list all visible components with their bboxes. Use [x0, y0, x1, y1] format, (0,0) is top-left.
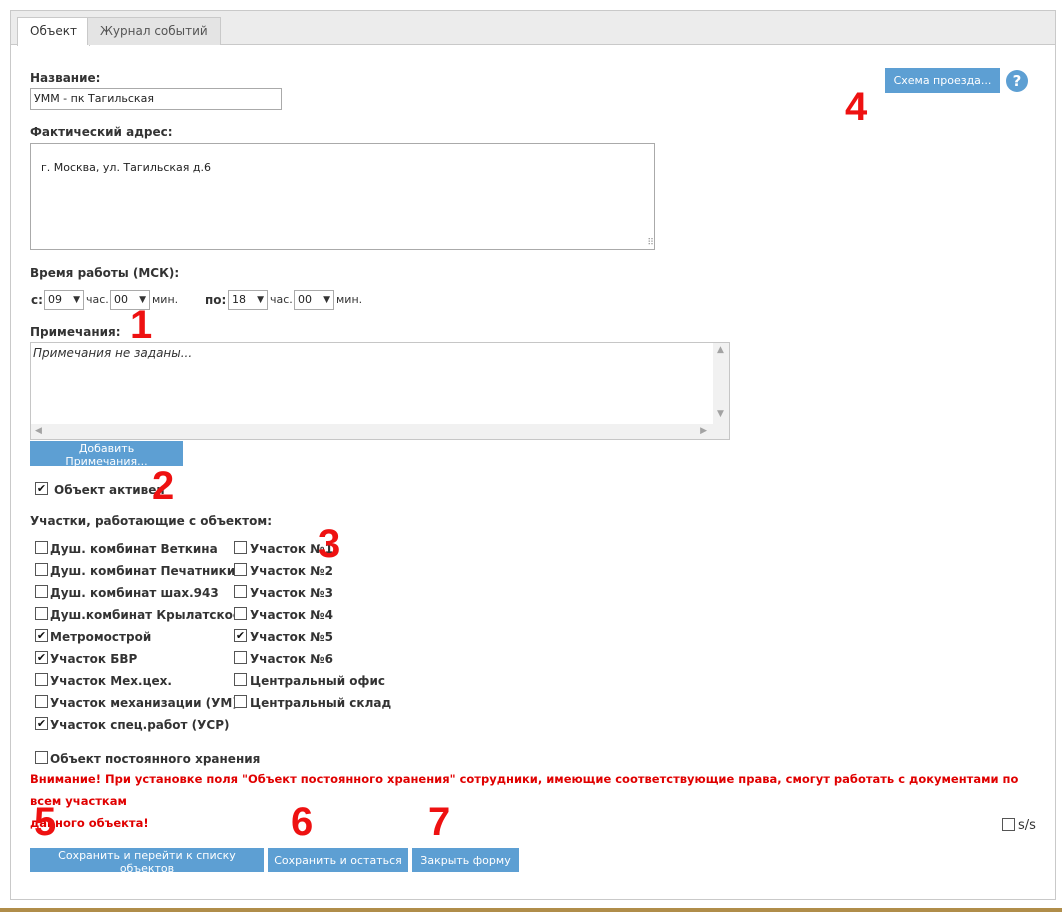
to-min-unit: мин. — [336, 293, 363, 306]
chevron-down-icon: ▼ — [323, 295, 330, 305]
to-hour-select[interactable]: 18 ▼ — [228, 290, 268, 310]
work-time-label: Время работы (МСК): — [30, 266, 180, 280]
permanent-storage-label: Объект постоянного хранения — [50, 752, 261, 766]
site-checkbox[interactable] — [234, 651, 247, 664]
site-checkbox[interactable] — [35, 563, 48, 576]
scroll-up-icon[interactable]: ▲ — [717, 345, 724, 355]
active-label: Объект активен — [54, 483, 165, 497]
site-checkbox[interactable] — [35, 585, 48, 598]
notes-label: Примечания: — [30, 325, 121, 339]
site-label: Участок №5 — [250, 630, 334, 644]
to-min-select[interactable]: 00 ▼ — [294, 290, 334, 310]
annotation-marker-5: 5 — [34, 800, 57, 844]
site-checkbox[interactable]: ✔ — [35, 651, 48, 664]
site-label: Участок Мех.цех. — [50, 674, 172, 688]
site-label: Участок №2 — [250, 564, 334, 578]
scroll-left-icon[interactable]: ◀ — [35, 426, 42, 436]
site-checkbox[interactable]: ✔ — [234, 629, 247, 642]
from-hour-select[interactable]: 09 ▼ — [44, 290, 84, 310]
ss-checkbox[interactable] — [1002, 818, 1015, 831]
site-label: Участок №6 — [250, 652, 334, 666]
warning-text: Внимание! При установке поля "Объект пос… — [30, 768, 1020, 834]
add-notes-button[interactable]: Добавить Примечания... — [30, 441, 183, 468]
site-label: Участок №4 — [250, 608, 334, 622]
notes-vertical-scrollbar[interactable]: ▲ ▼ — [713, 343, 729, 425]
site-label: Метромострой — [50, 630, 152, 644]
save-and-list-button[interactable]: Сохранить и перейти к списку объектов — [30, 848, 264, 875]
warning-line-1: Внимание! При установке поля "Объект пос… — [30, 772, 1019, 808]
annotation-marker-7: 7 — [428, 800, 451, 844]
scroll-right-icon[interactable]: ▶ — [700, 426, 707, 436]
site-checkbox[interactable] — [234, 695, 247, 708]
route-scheme-button[interactable]: Схема проезда... — [885, 68, 1000, 93]
site-checkbox[interactable] — [35, 695, 48, 708]
site-label: Участок БВР — [50, 652, 138, 666]
to-hour-value: 18 — [232, 293, 246, 306]
chevron-down-icon: ▼ — [257, 295, 264, 305]
annotation-marker-2: 2 — [152, 464, 175, 508]
tab-event-log[interactable]: Журнал событий — [87, 17, 221, 45]
to-label: по: — [205, 293, 227, 307]
annotation-marker-1: 1 — [130, 303, 153, 347]
scroll-down-icon[interactable]: ▼ — [717, 409, 724, 419]
site-checkbox[interactable] — [35, 673, 48, 686]
site-label: Центральный офис — [250, 674, 385, 688]
chevron-down-icon: ▼ — [73, 295, 80, 305]
address-label: Фактический адрес: — [30, 125, 173, 139]
site-label: Душ. комбинат Печатники — [50, 564, 236, 578]
bottom-border — [0, 908, 1062, 912]
from-min-unit: мин. — [152, 293, 179, 306]
notes-placeholder: Примечания не заданы... — [33, 346, 193, 360]
site-label: Центральный склад — [250, 696, 392, 710]
from-hour-value: 09 — [48, 293, 62, 306]
annotation-marker-3: 3 — [318, 522, 341, 566]
permanent-storage-checkbox[interactable] — [35, 751, 48, 764]
annotation-marker-4: 4 — [845, 85, 868, 129]
sites-label: Участки, работающие с объектом: — [30, 514, 272, 528]
site-checkbox[interactable] — [234, 563, 247, 576]
site-checkbox[interactable]: ✔ — [35, 717, 48, 730]
annotation-marker-6: 6 — [291, 800, 314, 844]
site-label: Участок спец.работ (УСР) — [50, 718, 230, 732]
from-hour-unit: час. — [86, 293, 109, 306]
from-min-value: 00 — [114, 293, 128, 306]
site-checkbox[interactable] — [35, 607, 48, 620]
tab-object[interactable]: Объект — [17, 17, 90, 46]
site-checkbox[interactable] — [234, 585, 247, 598]
help-icon[interactable]: ? — [1006, 70, 1028, 92]
site-checkbox[interactable] — [234, 607, 247, 620]
to-hour-unit: час. — [270, 293, 293, 306]
name-label: Название: — [30, 71, 101, 85]
site-label: Душ.комбинат Крылатское — [50, 608, 242, 622]
tab-bar: Объект Журнал событий — [11, 11, 1055, 46]
ss-label: s/s — [1018, 818, 1036, 833]
site-label: Участок механизации (УМ) — [50, 696, 238, 710]
site-label: Душ. комбинат Веткина — [50, 542, 218, 556]
save-and-stay-button[interactable]: Сохранить и остаться — [268, 848, 408, 872]
warning-line-2: данного объекта! — [30, 816, 149, 830]
close-form-button[interactable]: Закрыть форму — [412, 848, 519, 872]
notes-area[interactable]: Примечания не заданы... ▲ ▼ ◀ ▶ — [30, 342, 730, 440]
to-min-value: 00 — [298, 293, 312, 306]
site-label: Участок №3 — [250, 586, 334, 600]
site-checkbox[interactable] — [234, 541, 247, 554]
from-label: с: — [31, 293, 43, 307]
site-checkbox[interactable] — [35, 541, 48, 554]
notes-horizontal-scrollbar[interactable]: ◀ ▶ — [31, 424, 729, 439]
site-label: Душ. комбинат шах.943 — [50, 586, 219, 600]
active-checkbox[interactable]: ✔ — [35, 482, 48, 495]
address-value: г. Москва, ул. Тагильская д.6 — [41, 161, 211, 174]
site-checkbox[interactable]: ✔ — [35, 629, 48, 642]
name-input[interactable]: УММ - пк Тагильская — [30, 88, 282, 110]
address-textarea[interactable]: г. Москва, ул. Тагильская д.6 ⠿ — [30, 143, 655, 250]
resize-grip-icon[interactable]: ⠿ — [647, 238, 653, 248]
site-checkbox[interactable] — [234, 673, 247, 686]
